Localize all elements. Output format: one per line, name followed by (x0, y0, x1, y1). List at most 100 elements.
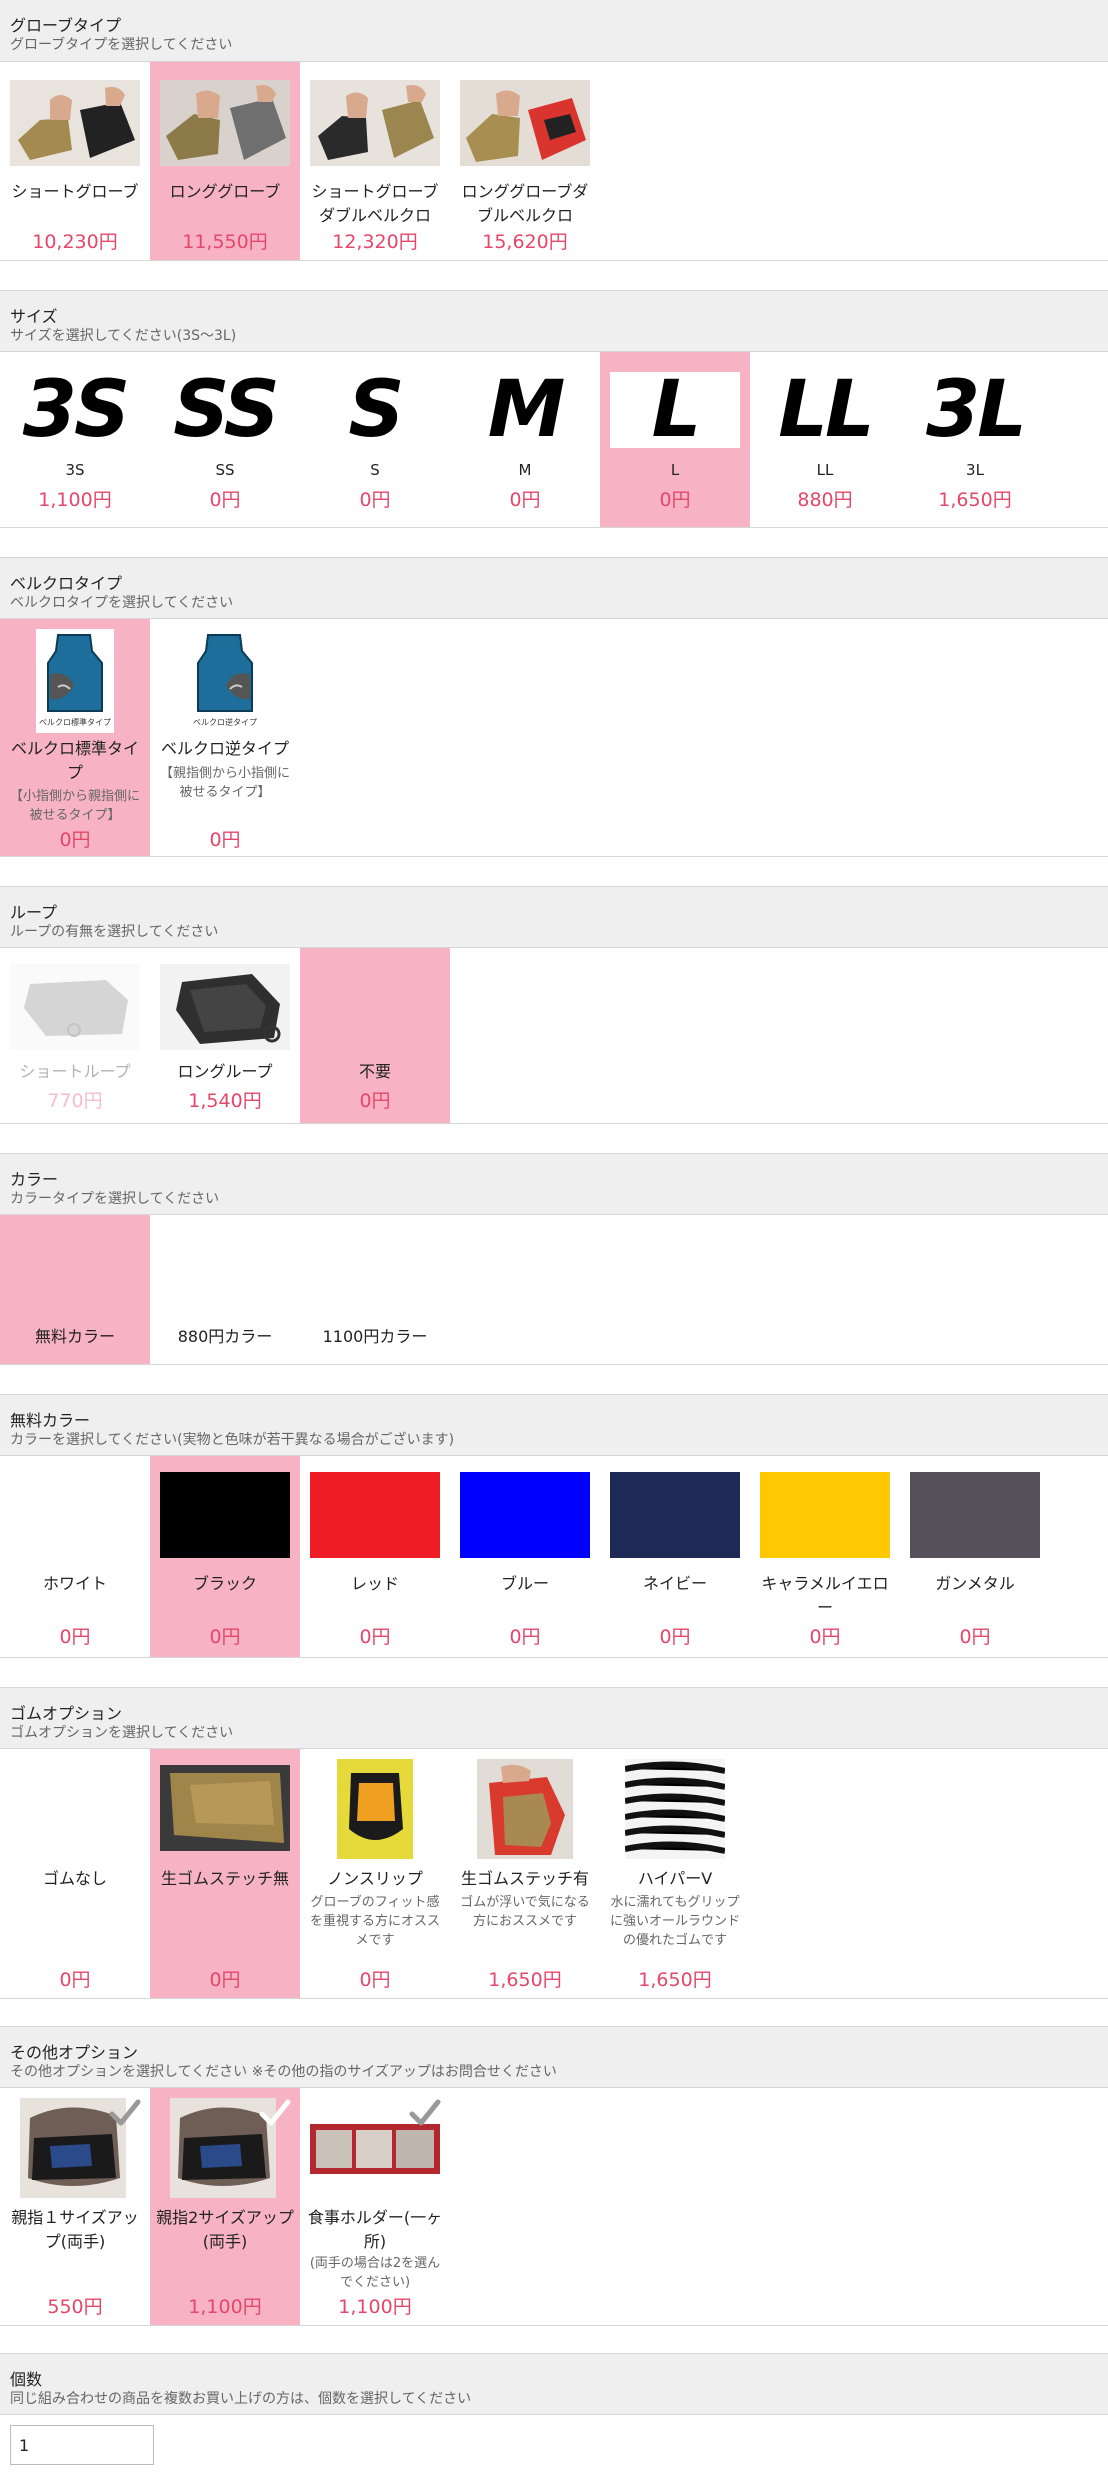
option-label: ブルー (500, 1574, 549, 1593)
velcro-options: ベルクロ標準タイプ ベルクロ標準タイプ 【小指側から親指側に被せるタイプ】 0円… (0, 619, 1108, 857)
other-options-header: その他オプション その他オプションを選択してください ※その他の指のサイズアップ… (0, 2026, 1108, 2088)
glove-option-long-double-velcro[interactable]: ロンググローブダブルベルクロ 15,620円 (450, 62, 600, 260)
color-option-red[interactable]: レッド 0円 (300, 1456, 450, 1657)
option-price: 0円 (59, 829, 91, 851)
color-swatch (310, 1472, 440, 1558)
velcro-option-standard[interactable]: ベルクロ標準タイプ ベルクロ標準タイプ 【小指側から親指側に被せるタイプ】 0円 (0, 619, 150, 856)
other-option-thumb-size-up-1[interactable]: 親指１サイズアップ(両手) 550円 (0, 2088, 150, 2325)
size-option-s[interactable]: S S 0円 (300, 352, 450, 527)
size-option-ss[interactable]: SS SS 0円 (150, 352, 300, 527)
option-price: 11,550円 (182, 231, 268, 253)
size-option-3s[interactable]: 3S 3S 1,100円 (0, 352, 150, 527)
option-price: 0円 (209, 1626, 241, 1648)
color-option-blue[interactable]: ブルー 0円 (450, 1456, 600, 1657)
size-glyph: LL (778, 365, 874, 455)
non-slip-image (337, 1759, 413, 1859)
option-label: ノンスリップ (327, 1869, 423, 1888)
option-label: レッド (350, 1574, 399, 1593)
glove-type-options: ショートグローブ 10,230円 ロンググローブ 11,550円 ショートグロー… (0, 62, 1108, 261)
image-caption: ベルクロ標準タイプ (39, 717, 111, 727)
glove-type-header: グローブタイプ グローブタイプを選択してください (0, 0, 1108, 62)
color-type-header: カラー カラータイプを選択してください (0, 1153, 1108, 1215)
size-options: 3S 3S 1,100円 SS SS 0円 S S 0円 M M 0円 L L … (0, 352, 1108, 528)
size-section: サイズ サイズを選択してください(3S〜3L) 3S 3S 1,100円 SS … (0, 290, 1108, 528)
raw-rubber-no-stitch-image (160, 1765, 290, 1851)
option-label: ゴムなし (42, 1869, 107, 1888)
glove-option-long[interactable]: ロンググローブ 11,550円 (150, 62, 300, 260)
option-label: ロンググローブ (169, 182, 281, 201)
other-options-section: その他オプション その他オプションを選択してください ※その他の指のサイズアップ… (0, 2026, 1108, 2326)
color-option-navy[interactable]: ネイビー 0円 (600, 1456, 750, 1657)
color-option-gunmetal[interactable]: ガンメタル 0円 (900, 1456, 1050, 1657)
option-price: 0円 (59, 1626, 91, 1648)
section-subtitle: サイズを選択してください(3S〜3L) (10, 328, 237, 344)
option-label: ブラック (192, 1574, 257, 1593)
loop-option-short[interactable]: ショートループ 770円 (0, 948, 150, 1123)
free-color-header: 無料カラー カラーを選択してください(実物と色味が若干異なる場合がございます) (0, 1394, 1108, 1456)
option-description: 【親指側から小指側に被せるタイプ】 (159, 766, 290, 800)
quantity-body (0, 2415, 1108, 2476)
option-label: 親指１サイズアップ(両手) (11, 2208, 139, 2251)
option-price: 1,100円 (38, 489, 112, 511)
option-price: 0円 (509, 489, 541, 511)
size-option-m[interactable]: M M 0円 (450, 352, 600, 527)
rubber-option-hyper-v[interactable]: ハイパーV 水に濡れてもグリップに強いオールラウンドの優れたゴムです 1,650… (600, 1749, 750, 1998)
rubber-option-non-slip[interactable]: ノンスリップ グローブのフィット感を重視する方にオススメです 0円 (300, 1749, 450, 1998)
option-price: 1,650円 (638, 1969, 712, 1991)
option-label: 無料カラー (34, 1327, 115, 1346)
other-option-meal-holder[interactable]: 食事ホルダー(一ヶ所) (両手の場合は2を選んでください) 1,100円 (300, 2088, 450, 2325)
short-loop-image (10, 964, 140, 1050)
option-price: 1,540円 (188, 1090, 262, 1112)
option-label: ホワイト (42, 1574, 107, 1593)
glove-option-short[interactable]: ショートグローブ 10,230円 (0, 62, 150, 260)
short-glove-image (10, 80, 140, 166)
option-label: ガンメタル (935, 1574, 1015, 1593)
option-label: SS (215, 461, 235, 479)
section-title: カラー (10, 1170, 59, 1189)
size-glyph: L (610, 371, 740, 449)
loop-options: ショートループ 770円 ロングループ 1,540円 不要 0円 (0, 948, 1108, 1124)
rubber-option-none[interactable]: ゴムなし 0円 (0, 1749, 150, 1998)
section-title: 個数 (10, 2370, 43, 2389)
section-title: ループ (10, 903, 58, 922)
option-description: グローブのフィット感を重視する方にオススメです (309, 1895, 440, 1948)
rubber-option-raw-stitch[interactable]: 生ゴムステッチ有 ゴムが浮いで気になる方におススメです 1,650円 (450, 1749, 600, 1998)
long-double-velcro-image (460, 80, 590, 166)
color-type-section: カラー カラータイプを選択してください 無料カラー 880円カラー 1100円カ… (0, 1153, 1108, 1365)
color-option-white[interactable]: ホワイト 0円 (0, 1456, 150, 1657)
option-label: 3L (966, 461, 984, 479)
loop-option-long[interactable]: ロングループ 1,540円 (150, 948, 300, 1123)
rubber-header: ゴムオプション ゴムオプションを選択してください (0, 1687, 1108, 1749)
section-subtitle: 同じ組み合わせの商品を複数お買い上げの方は、個数を選択してください (10, 2391, 472, 2407)
section-title: サイズ (10, 307, 58, 326)
meal-holder-image (310, 2124, 440, 2174)
rubber-option-raw-no-stitch[interactable]: 生ゴムステッチ無 0円 (150, 1749, 300, 1998)
color-swatch (160, 1472, 290, 1558)
color-type-option-1100[interactable]: 1100円カラー (300, 1215, 450, 1364)
other-option-thumb-size-up-2[interactable]: 親指2サイズアップ(両手) 1,100円 (150, 2088, 300, 2325)
glove-option-short-double-velcro[interactable]: ショートグローブダブルベルクロ 12,320円 (300, 62, 450, 260)
free-color-options: ホワイト 0円 ブラック 0円 レッド 0円 ブルー 0円 ネイビー 0円 キャ… (0, 1456, 1108, 1658)
option-label: キャラメルイエロー (761, 1574, 889, 1617)
option-label: ショートループ (19, 1062, 131, 1081)
color-option-caramel-yellow[interactable]: キャラメルイエロー 0円 (750, 1456, 900, 1657)
option-price: 0円 (209, 1969, 241, 1991)
option-price: 12,320円 (332, 231, 418, 253)
velcro-option-reverse[interactable]: ベルクロ逆タイプ ベルクロ逆タイプ 【親指側から小指側に被せるタイプ】 0円 (150, 619, 300, 856)
color-option-black[interactable]: ブラック 0円 (150, 1456, 300, 1657)
color-type-option-880[interactable]: 880円カラー (150, 1215, 300, 1364)
option-description: ゴムが浮いで気になる方におススメです (460, 1895, 590, 1929)
loop-option-none[interactable]: 不要 0円 (300, 948, 450, 1123)
option-price: 1,100円 (338, 2296, 412, 2318)
loop-header: ループ ループの有無を選択してください (0, 886, 1108, 948)
size-option-ll[interactable]: LL LL 880円 (750, 352, 900, 527)
section-title: ベルクロタイプ (10, 574, 123, 593)
quantity-input[interactable] (10, 2425, 154, 2465)
option-price: 0円 (659, 489, 691, 511)
other-options: 親指１サイズアップ(両手) 550円 親指2サイズアップ(両手) 1,100円 … (0, 2088, 1108, 2326)
color-type-option-free[interactable]: 無料カラー (0, 1215, 150, 1364)
size-option-3l[interactable]: 3L 3L 1,650円 (900, 352, 1050, 527)
option-label: M (518, 461, 532, 479)
option-label: ショートグローブ (11, 182, 139, 201)
size-option-l[interactable]: L L 0円 (600, 352, 750, 527)
